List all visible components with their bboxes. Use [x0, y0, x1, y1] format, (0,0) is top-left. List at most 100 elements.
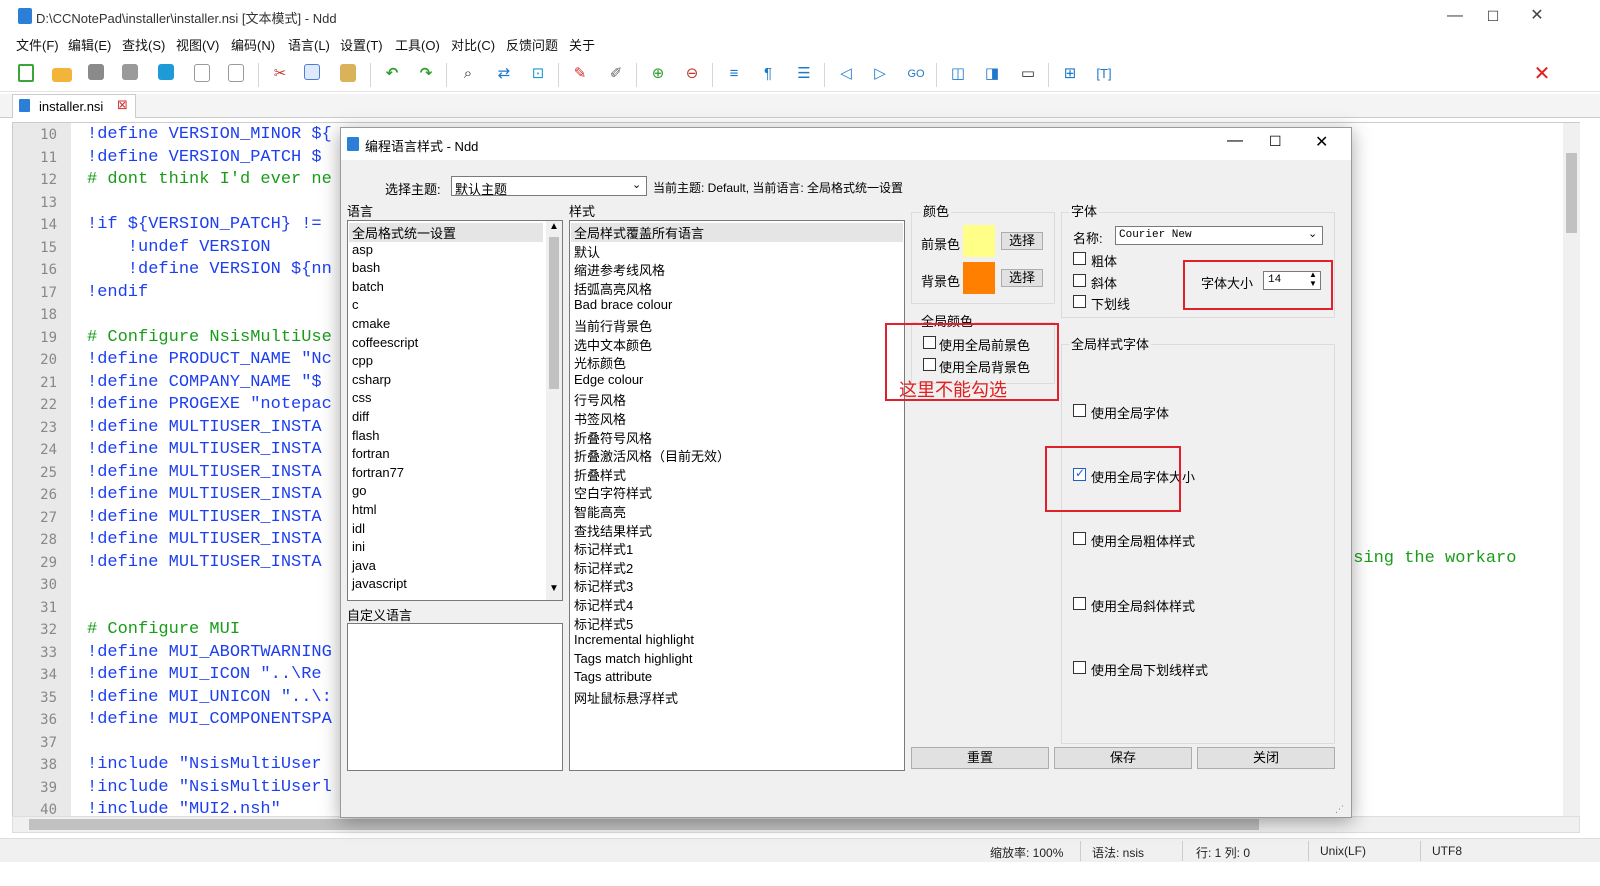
style-list-item[interactable]: Bad brace colour	[574, 297, 672, 312]
goto-icon[interactable]: GO	[906, 64, 926, 84]
horizontal-scrollbar[interactable]	[12, 816, 1580, 833]
close-file-icon[interactable]	[194, 64, 210, 82]
language-list-item[interactable]: c	[352, 297, 359, 312]
word-wrap-icon[interactable]: ≡	[724, 64, 744, 84]
style-list-item[interactable]: Incremental highlight	[574, 632, 694, 647]
close-toolbar-icon[interactable]: ✕	[1532, 64, 1552, 84]
language-list-item[interactable]: batch	[352, 279, 384, 294]
prev-icon[interactable]: ◁	[836, 64, 856, 84]
language-list-item[interactable]: css	[352, 390, 372, 405]
clear-mark-icon[interactable]: ✐	[606, 64, 626, 84]
language-list-item[interactable]: bash	[352, 260, 380, 275]
italic-checkbox[interactable]	[1073, 274, 1086, 287]
language-list-scrollbar[interactable]: ▲ ▼	[546, 221, 562, 600]
style-list-item[interactable]: Edge colour	[574, 372, 643, 387]
mark-icon[interactable]: ✎	[570, 64, 590, 84]
resize-grip-icon[interactable]: ⋰	[1335, 804, 1344, 815]
vertical-scrollbar[interactable]	[1563, 123, 1580, 831]
open-file-icon[interactable]	[52, 68, 72, 82]
theme-select[interactable]: 默认主题 ⌄	[451, 176, 647, 197]
next-icon[interactable]: ▷	[870, 64, 890, 84]
dialog-close-button[interactable]: ✕	[1315, 132, 1328, 152]
style-list-item[interactable]: 选中文本颜色	[574, 335, 652, 354]
use-global-font-checkbox[interactable]	[1073, 404, 1086, 417]
bg-choose-button[interactable]: 选择	[1001, 269, 1043, 287]
minimize-button[interactable]: —	[1440, 4, 1470, 28]
custom-language-list[interactable]	[347, 623, 563, 771]
scroll-thumb[interactable]	[1566, 153, 1577, 233]
style-list-item[interactable]: 标记样式5	[574, 614, 633, 633]
close-window-button[interactable]: ✕	[1522, 4, 1552, 28]
new-file-icon[interactable]	[18, 64, 34, 82]
indent-guide-icon[interactable]: ☰	[794, 64, 814, 84]
menu-about[interactable]: 关于	[569, 35, 595, 54]
copy-icon[interactable]	[304, 64, 320, 80]
save-all-icon[interactable]	[122, 64, 138, 80]
use-global-italic-checkbox[interactable]	[1073, 597, 1086, 610]
language-list-item[interactable]: javascript	[352, 576, 407, 591]
language-list-item[interactable]: flash	[352, 428, 379, 443]
style-list-item[interactable]: 标记样式3	[574, 576, 633, 595]
language-list-item[interactable]: java	[352, 558, 376, 573]
language-list-item[interactable]: coffeescript	[352, 335, 418, 350]
underline-checkbox[interactable]	[1073, 295, 1086, 308]
show-symbols-icon[interactable]: ¶	[758, 64, 778, 84]
use-global-bold-checkbox[interactable]	[1073, 532, 1086, 545]
style-list-item[interactable]: 折叠激活风格（目前无效）	[574, 446, 730, 465]
tree-icon[interactable]: ⊞	[1060, 64, 1080, 84]
monitor-icon[interactable]: ▭	[1018, 64, 1038, 84]
menu-feedback[interactable]: 反馈问题	[506, 35, 558, 54]
find-icon[interactable]: ⌕	[458, 64, 478, 84]
use-global-underline-checkbox[interactable]	[1073, 661, 1086, 674]
style-list-item[interactable]: 全局样式覆盖所有语言	[571, 223, 903, 242]
save-button[interactable]: 保存	[1054, 747, 1192, 769]
language-list-item[interactable]: asp	[352, 242, 373, 257]
language-list-item[interactable]: cpp	[352, 353, 373, 368]
language-list-item[interactable]: fortran	[352, 446, 390, 461]
style-list-item[interactable]: 书签风格	[574, 409, 626, 428]
style-list-item[interactable]: 行号风格	[574, 390, 626, 409]
zoom-in-icon[interactable]: ⊕	[648, 64, 668, 84]
menu-file[interactable]: 文件(F)	[16, 35, 59, 54]
menu-view[interactable]: 视图(V)	[176, 35, 219, 54]
reload-icon[interactable]	[158, 64, 174, 80]
style-list-item[interactable]: Tags attribute	[574, 669, 652, 684]
close-button[interactable]: 关闭	[1197, 747, 1335, 769]
dialog-maximize-button[interactable]: ☐	[1269, 133, 1282, 150]
language-list-item[interactable]: html	[352, 502, 377, 517]
language-list-item[interactable]: diff	[352, 409, 369, 424]
language-list-item[interactable]: 全局格式统一设置	[349, 223, 543, 242]
menu-compare[interactable]: 对比(C)	[451, 35, 495, 54]
style-list-item[interactable]: 标记样式1	[574, 539, 633, 558]
cut-icon[interactable]: ✂	[270, 64, 290, 84]
save-icon[interactable]	[88, 64, 104, 80]
text-icon[interactable]: [T]	[1094, 64, 1114, 84]
menu-tools[interactable]: 工具(O)	[395, 35, 440, 54]
language-list-item[interactable]: idl	[352, 521, 365, 536]
zoom-out-icon[interactable]: ⊖	[682, 64, 702, 84]
menu-language[interactable]: 语言(L)	[288, 35, 330, 54]
style-list-item[interactable]: 光标颜色	[574, 353, 626, 372]
maximize-button[interactable]: ☐	[1478, 4, 1508, 28]
tab-close-icon[interactable]: ⊠	[117, 97, 128, 113]
style-list-item[interactable]: 括弧高亮风格	[574, 279, 652, 298]
language-list[interactable]: ▲ ▼ 全局格式统一设置 asp bash batch c cmake coffeescri…	[347, 220, 563, 601]
scroll-down-icon[interactable]: ▼	[549, 583, 559, 594]
style-list-item[interactable]: 标记样式2	[574, 558, 633, 577]
menu-encoding[interactable]: 编码(N)	[231, 35, 275, 54]
style-list-item[interactable]: 查找结果样式	[574, 521, 652, 540]
scroll-up-icon[interactable]: ▲	[549, 221, 559, 232]
bold-checkbox[interactable]	[1073, 252, 1086, 265]
undo-icon[interactable]: ↶	[382, 64, 402, 84]
fg-choose-button[interactable]: 选择	[1001, 232, 1043, 250]
paste-icon[interactable]	[340, 64, 356, 82]
style-list[interactable]: 全局样式覆盖所有语言 默认 缩进参考线风格 括弧高亮风格 Bad brace colou…	[569, 220, 905, 771]
menu-search[interactable]: 查找(S)	[122, 35, 165, 54]
style-list-item[interactable]: 智能高亮	[574, 502, 626, 521]
fg-color-swatch[interactable]	[963, 225, 995, 257]
language-list-item[interactable]: cmake	[352, 316, 390, 331]
scroll-thumb[interactable]	[549, 237, 559, 389]
language-list-item[interactable]: csharp	[352, 372, 391, 387]
language-list-item[interactable]: go	[352, 483, 366, 498]
style-list-item[interactable]: 网址鼠标悬浮样式	[574, 688, 678, 707]
